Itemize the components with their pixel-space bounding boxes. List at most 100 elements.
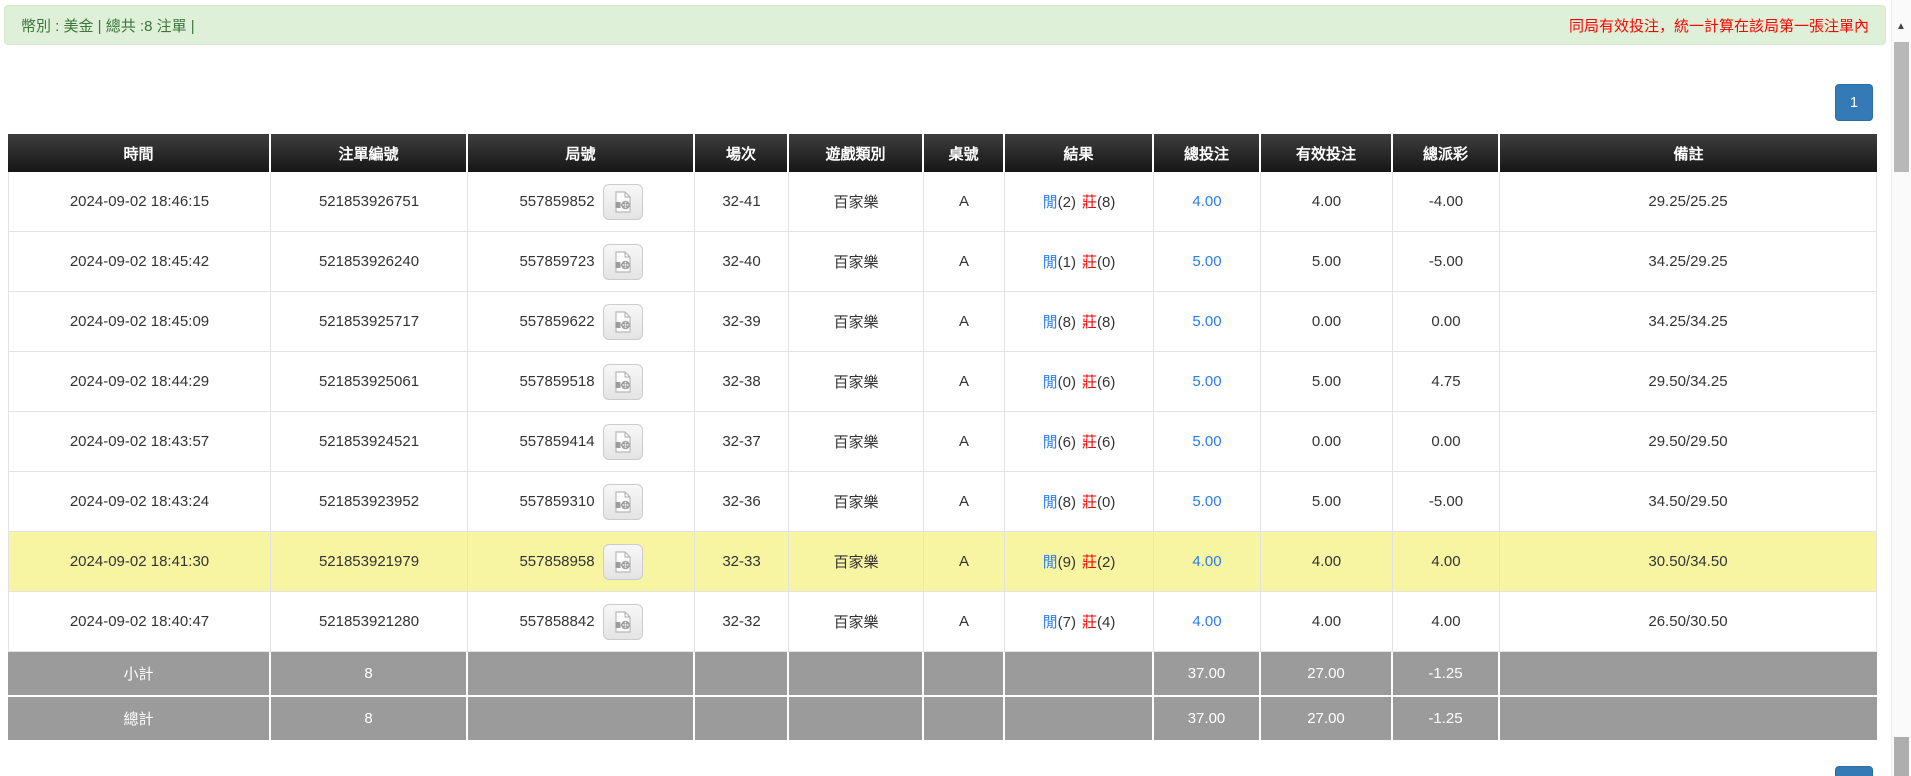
video-replay-button[interactable]: [602, 543, 643, 580]
bet-id-cell: 521853926751: [271, 172, 468, 232]
time-cell: 2024-09-02 18:46:15: [8, 172, 271, 232]
time-cell: 2024-09-02 18:45:42: [8, 232, 271, 292]
total-bet-link[interactable]: 5.00: [1192, 253, 1221, 270]
round-id: 557858842: [519, 613, 595, 630]
video-record-icon: [614, 310, 631, 333]
result-cell: 閒(8) 莊(8): [1005, 292, 1154, 352]
result-banker-label: 莊: [1082, 314, 1098, 331]
round-id: 557859723: [519, 253, 595, 270]
remark-cell: 34.25/34.25: [1500, 292, 1877, 352]
result-cell: 閒(7) 莊(4): [1005, 592, 1154, 652]
result-banker-label: 莊: [1082, 554, 1098, 571]
round-id: 557859310: [519, 493, 595, 510]
video-record-icon: [614, 490, 631, 513]
subtotal-count: 8: [271, 652, 468, 697]
round-id: 557859852: [519, 193, 595, 210]
total-count: 8: [271, 697, 468, 742]
valid-bet-cell: 0.00: [1261, 412, 1393, 472]
total-bet-link[interactable]: 5.00: [1192, 433, 1221, 450]
table-no-cell: A: [924, 592, 1005, 652]
session-cell: 32-36: [695, 472, 789, 532]
video-replay-button[interactable]: [602, 243, 643, 280]
result-cell: 閒(0) 莊(6): [1005, 352, 1154, 412]
empty-cell: [924, 697, 1005, 742]
result-cell: 閒(2) 莊(8): [1005, 172, 1154, 232]
session-cell: 32-40: [695, 232, 789, 292]
video-record-icon: [614, 610, 631, 633]
video-record-icon: [614, 190, 631, 213]
table-no-cell: A: [924, 412, 1005, 472]
video-replay-button[interactable]: [602, 423, 643, 460]
payout-cell: -5.00: [1393, 232, 1500, 292]
total-bet-link[interactable]: 4.00: [1192, 193, 1221, 210]
payout-cell: 4.00: [1393, 532, 1500, 592]
session-cell: 32-32: [695, 592, 789, 652]
result-banker-label: 莊: [1082, 494, 1098, 511]
video-replay-button[interactable]: [602, 183, 643, 220]
video-replay-button[interactable]: [602, 603, 643, 640]
total-bet-link[interactable]: 4.00: [1192, 613, 1221, 630]
subtotal-total-bet: 37.00: [1154, 652, 1261, 697]
bet-id-cell: 521853923952: [271, 472, 468, 532]
result-banker-value: (4): [1097, 614, 1116, 631]
table-header: 時間 注單編號 局號 場次 遊戲類別 桌號 結果 總投注 有效投注 總派彩 備註: [8, 134, 1877, 172]
result-cell: 閒(9) 莊(2): [1005, 532, 1154, 592]
table-no-cell: A: [924, 232, 1005, 292]
valid-bet-cell: 5.00: [1261, 352, 1393, 412]
result-banker-value: (0): [1097, 494, 1116, 511]
table-row: 2024-09-02 18:44:29 521853925061 5578595…: [8, 352, 1877, 412]
video-replay-button[interactable]: [602, 363, 643, 400]
round-cell: 557858842: [468, 592, 695, 652]
result-banker-value: (8): [1097, 194, 1116, 211]
empty-cell: [1005, 697, 1154, 742]
table-no-cell: A: [924, 172, 1005, 232]
payout-cell: -4.00: [1393, 172, 1500, 232]
total-bet-link[interactable]: 5.00: [1192, 313, 1221, 330]
round-id: 557859414: [519, 433, 595, 450]
valid-bet-cell: 5.00: [1261, 232, 1393, 292]
total-row: 總計 8 37.00 27.00 -1.25: [8, 697, 1877, 742]
scrollbar-up-arrow-icon[interactable]: ▲: [1891, 18, 1911, 36]
total-label: 總計: [8, 697, 271, 742]
time-cell: 2024-09-02 18:44:29: [8, 352, 271, 412]
total-bet-link[interactable]: 5.00: [1192, 493, 1221, 510]
game-type-cell: 百家樂: [789, 292, 924, 352]
pagination-button-bottom[interactable]: 1: [1835, 766, 1873, 776]
result-cell: 閒(8) 莊(0): [1005, 472, 1154, 532]
subtotal-valid-bet: 27.00: [1261, 652, 1393, 697]
payout-cell: -5.00: [1393, 472, 1500, 532]
pagination-button-top[interactable]: 1: [1835, 84, 1873, 121]
bet-id-cell: 521853921280: [271, 592, 468, 652]
subtotal-row: 小計 8 37.00 27.00 -1.25: [8, 652, 1877, 697]
empty-cell: [695, 697, 789, 742]
total-bet-link[interactable]: 5.00: [1192, 373, 1221, 390]
round-id: 557858958: [519, 553, 595, 570]
total-bet-cell: 4.00: [1154, 592, 1261, 652]
game-type-cell: 百家樂: [789, 232, 924, 292]
result-player-label: 閒: [1042, 314, 1058, 331]
video-replay-button[interactable]: [602, 483, 643, 520]
result-player-value: (2): [1057, 194, 1076, 211]
empty-cell: [468, 652, 695, 697]
header-game-type: 遊戲類別: [789, 134, 924, 172]
result-player-value: (1): [1057, 254, 1076, 271]
header-valid-bet: 有效投注: [1261, 134, 1393, 172]
remark-cell: 34.50/29.50: [1500, 472, 1877, 532]
scrollbar-thumb[interactable]: [1894, 42, 1909, 172]
video-replay-button[interactable]: [602, 303, 643, 340]
header-row: 時間 注單編號 局號 場次 遊戲類別 桌號 結果 總投注 有效投注 總派彩 備註: [8, 134, 1877, 172]
header-total-bet: 總投注: [1154, 134, 1261, 172]
total-bet-link[interactable]: 4.00: [1192, 553, 1221, 570]
valid-bet-cell: 5.00: [1261, 472, 1393, 532]
payout-cell: 4.75: [1393, 352, 1500, 412]
time-cell: 2024-09-02 18:43:24: [8, 472, 271, 532]
game-type-cell: 百家樂: [789, 352, 924, 412]
betting-records-screen: 幣別 : 美金 | 總共 :8 注單 | 同局有效投注，統一計算在該局第一張注單…: [0, 0, 1911, 776]
payout-cell: 0.00: [1393, 292, 1500, 352]
scrollbar-bottom-thumb[interactable]: [1894, 737, 1909, 776]
result-player-value: (8): [1057, 314, 1076, 331]
result-cell: 閒(1) 莊(0): [1005, 232, 1154, 292]
total-total-bet: 37.00: [1154, 697, 1261, 742]
total-bet-cell: 5.00: [1154, 472, 1261, 532]
remark-cell: 26.50/30.50: [1500, 592, 1877, 652]
